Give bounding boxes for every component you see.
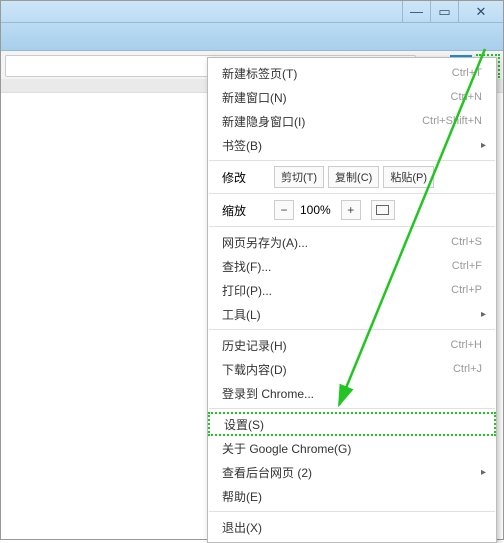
menu-shortcut: Ctrl+T <box>452 67 482 79</box>
cut-button[interactable]: 剪切(T) <box>274 166 324 188</box>
menu-label: 网页另存为(A)... <box>222 234 451 251</box>
menu-shortcut: Ctrl+J <box>453 363 482 375</box>
menu-shortcut: Ctrl+F <box>452 260 482 272</box>
menu-new-tab[interactable]: 新建标签页(T) Ctrl+T <box>208 61 496 85</box>
menu-separator <box>209 160 495 161</box>
menu-background-pages[interactable]: 查看后台网页 (2) <box>208 460 496 484</box>
menu-label: 查找(F)... <box>222 258 452 275</box>
menu-label: 修改 <box>222 169 270 186</box>
menu-separator <box>209 329 495 330</box>
menu-edit-row: 修改 剪切(T) 复制(C) 粘贴(P) <box>208 164 496 190</box>
paste-button[interactable]: 粘贴(P) <box>383 166 434 188</box>
menu-label: 工具(L) <box>222 306 482 323</box>
menu-incognito[interactable]: 新建隐身窗口(I) Ctrl+Shift+N <box>208 109 496 133</box>
menu-separator <box>209 193 495 194</box>
menu-label: 关于 Google Chrome(G) <box>222 440 482 457</box>
menu-separator <box>209 511 495 512</box>
menu-shortcut: Ctrl+S <box>451 236 482 248</box>
menu-help[interactable]: 帮助(E) <box>208 484 496 508</box>
menu-tools[interactable]: 工具(L) <box>208 302 496 326</box>
menu-separator <box>209 408 495 409</box>
menu-signin[interactable]: 登录到 Chrome... <box>208 381 496 405</box>
tab-strip <box>1 23 503 51</box>
menu-shortcut: Ctrl+P <box>451 284 482 296</box>
menu-separator <box>209 226 495 227</box>
chrome-menu: 新建标签页(T) Ctrl+T 新建窗口(N) Ctrl+N 新建隐身窗口(I)… <box>207 57 497 543</box>
menu-label: 打印(P)... <box>222 282 451 299</box>
menu-label: 登录到 Chrome... <box>222 385 482 402</box>
menu-shortcut: Ctrl+Shift+N <box>422 115 482 127</box>
copy-button[interactable]: 复制(C) <box>328 166 379 188</box>
menu-shortcut: Ctrl+N <box>451 91 482 103</box>
menu-label: 历史记录(H) <box>222 337 451 354</box>
menu-downloads[interactable]: 下载内容(D) Ctrl+J <box>208 357 496 381</box>
minimize-button[interactable]: — <box>402 1 430 22</box>
menu-shortcut: Ctrl+H <box>451 339 482 351</box>
menu-label: 帮助(E) <box>222 488 482 505</box>
menu-label: 缩放 <box>222 202 270 219</box>
zoom-in-button[interactable]: + <box>341 200 361 220</box>
zoom-out-button[interactable]: − <box>274 200 294 220</box>
menu-label: 下载内容(D) <box>222 361 453 378</box>
menu-find[interactable]: 查找(F)... Ctrl+F <box>208 254 496 278</box>
menu-settings[interactable]: 设置(S) <box>208 412 496 436</box>
menu-label: 退出(X) <box>222 519 482 536</box>
menu-new-window[interactable]: 新建窗口(N) Ctrl+N <box>208 85 496 109</box>
menu-zoom-row: 缩放 − 100% + <box>208 197 496 223</box>
close-button[interactable]: ✕ <box>458 1 503 22</box>
menu-bookmarks[interactable]: 书签(B) <box>208 133 496 157</box>
menu-label: 新建隐身窗口(I) <box>222 113 422 130</box>
fullscreen-button[interactable] <box>371 200 395 220</box>
menu-about[interactable]: 关于 Google Chrome(G) <box>208 436 496 460</box>
menu-save-as[interactable]: 网页另存为(A)... Ctrl+S <box>208 230 496 254</box>
menu-print[interactable]: 打印(P)... Ctrl+P <box>208 278 496 302</box>
maximize-button[interactable]: ▭ <box>430 1 458 22</box>
menu-label: 新建标签页(T) <box>222 65 452 82</box>
menu-label: 书签(B) <box>222 137 482 154</box>
menu-exit[interactable]: 退出(X) <box>208 515 496 539</box>
window-titlebar: — ▭ ✕ <box>1 1 503 23</box>
menu-label: 新建窗口(N) <box>222 89 451 106</box>
zoom-value: 100% <box>300 203 331 217</box>
menu-label: 设置(S) <box>224 416 480 433</box>
menu-history[interactable]: 历史记录(H) Ctrl+H <box>208 333 496 357</box>
menu-label: 查看后台网页 (2) <box>222 464 482 481</box>
